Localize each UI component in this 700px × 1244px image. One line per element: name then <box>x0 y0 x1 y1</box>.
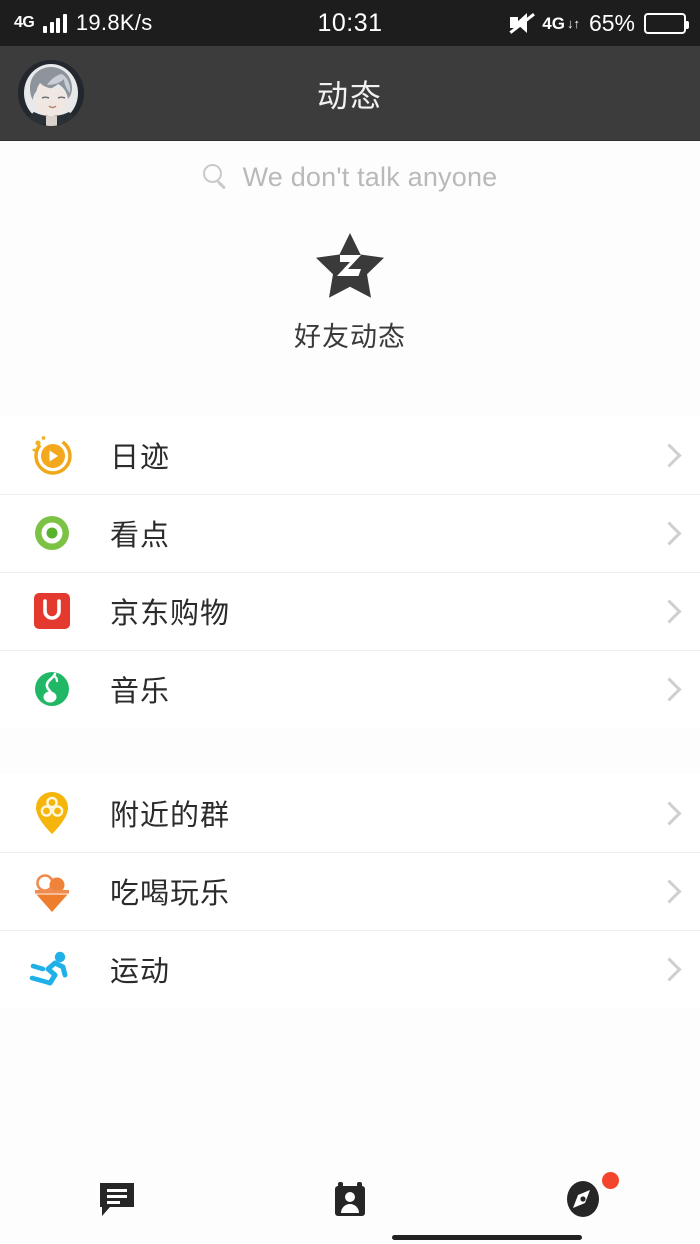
daily-track-play-icon <box>24 427 80 483</box>
chevron-right-icon[interactable] <box>657 878 682 904</box>
home-indicator-area <box>0 1232 700 1244</box>
network-type-label: 4G <box>14 14 35 31</box>
avatar[interactable] <box>18 60 84 126</box>
status-bar-right: 4G ↓↑ 65% <box>509 9 689 37</box>
list-item-kandian[interactable]: 看点 <box>0 494 700 572</box>
bottom-tab-bar <box>0 1152 700 1244</box>
4g-data-transfer-icon: 4G ↓↑ <box>542 15 580 32</box>
nearby-group-pin-icon <box>24 785 80 841</box>
chevron-right-icon[interactable] <box>657 800 682 826</box>
phone-screen: 4G 19.8K/s 10:31 4G ↓↑ 65% 动态 We don't t… <box>0 0 700 1244</box>
list-item-label: 附近的群 <box>110 800 231 832</box>
top-spacer <box>0 380 700 416</box>
group-gap <box>0 728 700 774</box>
list-group-secondary: 附近的群 吃喝玩乐 运动 <box>0 774 700 1008</box>
tab-messages[interactable] <box>0 1152 233 1244</box>
list-item-food-fun[interactable]: 吃喝玩乐 <box>0 852 700 930</box>
signal-strength-icon <box>43 13 67 33</box>
friend-moments-entry[interactable]: 好友动态 <box>0 213 700 380</box>
tab-badge-dot <box>601 1172 619 1189</box>
list-item-music[interactable]: 音乐 <box>0 650 700 728</box>
mute-speaker-icon <box>509 12 535 34</box>
compass-discover-icon <box>567 1181 600 1217</box>
list-item-daily-track[interactable]: 日迹 <box>0 416 700 494</box>
list-group-primary: 日迹 看点 京东购物 音乐 <box>0 416 700 728</box>
chevron-right-icon[interactable] <box>657 442 682 468</box>
page-title: 动态 <box>317 78 383 114</box>
qzone-star-icon <box>313 231 387 301</box>
list-item-nearby-groups[interactable]: 附近的群 <box>0 774 700 852</box>
network-speed-label: 19.8K/s <box>75 10 153 35</box>
chat-bubble-icon <box>99 1183 134 1216</box>
content-filler <box>0 1008 700 1152</box>
list-item-label: 音乐 <box>110 676 171 708</box>
status-bar-left: 4G 19.8K/s <box>14 10 153 36</box>
main-content: We don't talk anyone 好友动态 日迹 看点 京东购物 音乐 … <box>0 141 700 1152</box>
contacts-card-icon <box>334 1182 365 1216</box>
avatar-image <box>18 60 84 126</box>
chevron-right-icon[interactable] <box>657 676 682 702</box>
list-item-sports[interactable]: 运动 <box>0 930 700 1008</box>
ice-cream-icon <box>24 863 80 919</box>
tab-discover[interactable] <box>467 1152 700 1244</box>
search-bar[interactable]: We don't talk anyone <box>0 141 700 213</box>
jd-shopping-icon <box>24 583 80 639</box>
data-arrows-icon: ↓↑ <box>566 15 580 31</box>
list-item-label: 日迹 <box>110 442 171 474</box>
status-bar: 4G 19.8K/s 10:31 4G ↓↑ 65% <box>0 0 700 46</box>
data-network-label: 4G <box>542 13 565 33</box>
search-icon <box>202 164 229 190</box>
battery-icon <box>644 12 689 34</box>
list-item-label: 吃喝玩乐 <box>110 878 231 910</box>
home-indicator <box>392 1235 582 1240</box>
search-input[interactable]: We don't talk anyone <box>243 162 498 193</box>
battery-percent-label: 65% <box>588 9 635 36</box>
tab-contacts[interactable] <box>233 1152 466 1244</box>
list-item-jd-shopping[interactable]: 京东购物 <box>0 572 700 650</box>
list-item-label: 运动 <box>110 956 171 988</box>
chevron-right-icon[interactable] <box>657 598 682 624</box>
chevron-right-icon[interactable] <box>657 520 682 546</box>
title-bar: 动态 <box>0 46 700 141</box>
list-item-label: 京东购物 <box>110 598 231 630</box>
chevron-right-icon[interactable] <box>657 956 682 982</box>
kandian-eye-icon <box>24 505 80 561</box>
friend-moments-label: 好友动态 <box>294 322 406 352</box>
list-item-label: 看点 <box>110 520 171 552</box>
music-note-icon <box>24 661 80 717</box>
sports-runner-icon <box>24 941 80 997</box>
